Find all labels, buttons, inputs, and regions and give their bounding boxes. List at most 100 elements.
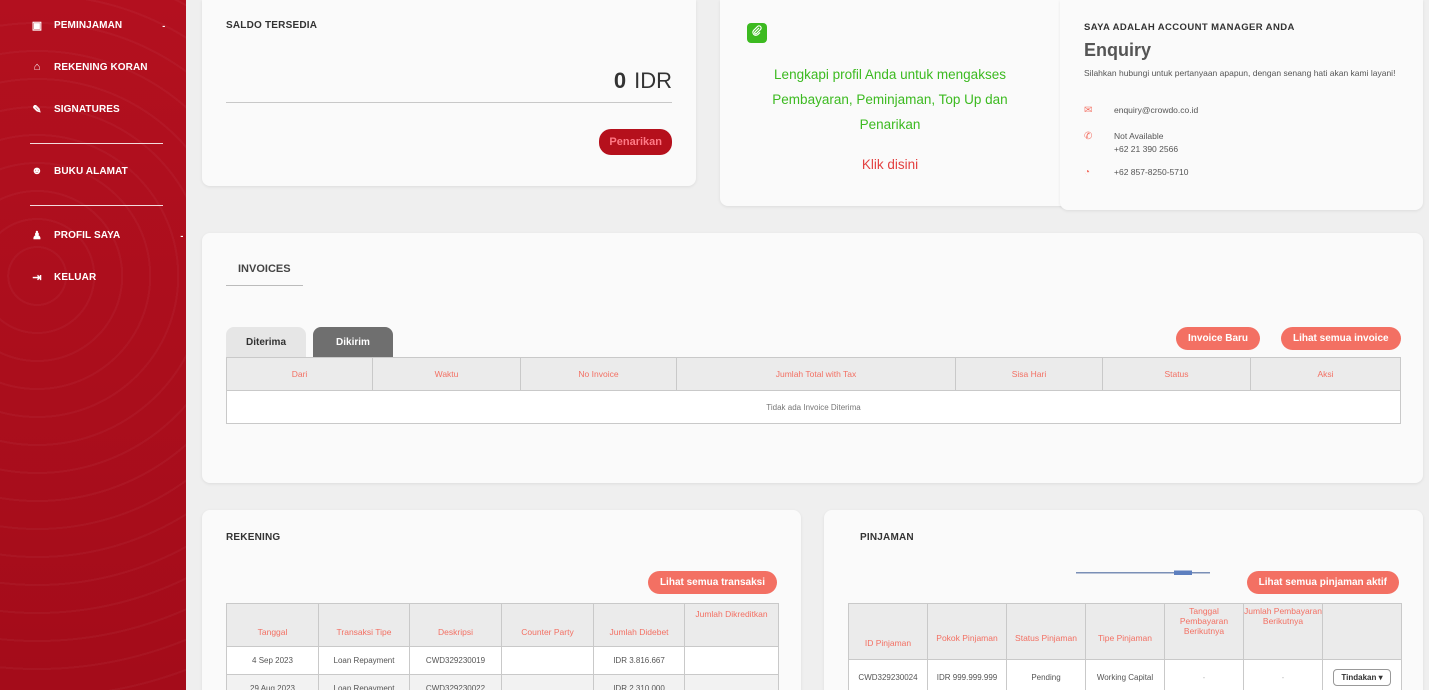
account-manager-title: Enquiry (1084, 40, 1152, 60)
sidebar-item-label: SIGNATURES (54, 104, 120, 115)
column-header[interactable]: Counter Party (501, 603, 594, 647)
new-invoice-button[interactable]: Invoice Baru (1176, 327, 1261, 350)
column-header (1322, 603, 1402, 660)
sidebar-divider (30, 205, 163, 206)
table-cell (501, 646, 594, 675)
column-header[interactable]: ID Pinjaman (848, 603, 928, 660)
table-cell (684, 674, 779, 690)
all-transactions-button[interactable]: Lihat semua transaksi (647, 571, 777, 594)
saldo-currency: IDR (634, 68, 672, 93)
sidebar-item-keluar[interactable]: ⇥ KELUAR (30, 271, 96, 284)
complete-profile-link[interactable]: Klik disini (750, 157, 1030, 172)
collapse-indicator: - (162, 20, 166, 31)
sidebar-item-label: REKENING KORAN (54, 61, 148, 73)
phone-line-1: Not Available (1114, 131, 1164, 141)
tab-diterima[interactable]: Diterima (226, 327, 306, 357)
column-header[interactable]: Deskripsi (409, 603, 502, 647)
table-cell (501, 674, 594, 690)
table-cell: IDR 3.816.667 (593, 646, 685, 675)
all-active-loans-button[interactable]: Lihat semua pinjaman aktif (1246, 571, 1399, 594)
column-header[interactable]: Jumlah Dikreditkan (684, 603, 779, 647)
column-header[interactable]: Tanggal (226, 603, 319, 647)
withdraw-button[interactable]: Penarikan (599, 129, 672, 155)
column-header[interactable]: Jumlah Total with Tax (676, 357, 956, 391)
saldo-amount: 0 IDR (614, 68, 672, 94)
paperclip-icon (747, 23, 767, 43)
pinjaman-card: PINJAMAN Lihat semua pinjaman aktif ID P… (824, 510, 1423, 690)
action-dropdown-label: Tindakan (1341, 673, 1377, 682)
column-header[interactable]: Status (1102, 357, 1251, 391)
contact-phone-text: Not Available +62 21 390 2566 (1114, 130, 1178, 156)
sidebar-item-profil-saya[interactable]: ♟ PROFIL SAYA - (30, 229, 183, 242)
table-cell: Tindakan ▾ (1322, 659, 1402, 690)
table-cell: Loan Repayment (318, 646, 410, 675)
column-header[interactable]: Dari (226, 357, 373, 391)
table-row[interactable]: CWD329230024 IDR 999.999.999 Pending Wor… (848, 659, 1402, 690)
logout-icon: ⇥ (32, 272, 42, 284)
saldo-title: SALDO TERSEDIA (226, 20, 318, 31)
table-cell (684, 646, 779, 675)
table-cell: CWD329230019 (409, 646, 502, 675)
column-header[interactable]: Tipe Pinjaman (1085, 603, 1165, 660)
table-cell: IDR 2.310.000 (593, 674, 685, 690)
pinjaman-title: PINJAMAN (860, 532, 914, 543)
sidebar-item-signatures[interactable]: ✎ SIGNATURES (30, 103, 120, 116)
column-header[interactable]: Transaksi Tipe (318, 603, 410, 647)
all-invoices-button[interactable]: Lihat semua invoice (1281, 327, 1401, 350)
action-dropdown-button[interactable]: Tindakan ▾ (1333, 669, 1391, 686)
contact-whatsapp[interactable]: ◔ +62 857-8250-5710 (1084, 166, 1188, 179)
column-header[interactable]: No Invoice (520, 357, 677, 391)
rekening-title: REKENING (226, 532, 281, 543)
contact-whatsapp-text: +62 857-8250-5710 (1114, 167, 1189, 177)
sidebar-item-rekening-koran[interactable]: ⌂ REKENING KORAN (30, 61, 148, 73)
table-cell: Working Capital (1085, 659, 1165, 690)
column-header[interactable]: Sisa Hari (955, 357, 1103, 391)
sidebar-divider (30, 143, 163, 144)
table-cell: Loan Repayment (318, 674, 410, 690)
table-cell: Pending (1006, 659, 1086, 690)
table-cell: - (1243, 659, 1323, 690)
invoices-table: Dari Waktu No Invoice Jumlah Total with … (226, 357, 1401, 424)
column-header[interactable]: Waktu (372, 357, 521, 391)
tab-dikirim[interactable]: Dikirim (313, 327, 393, 357)
column-header[interactable]: Tanggal Pembayaran Berikutnya (1164, 603, 1244, 660)
sidebar: ▣ PEMINJAMAN - ⌂ REKENING KORAN ✎ SIGNAT… (0, 0, 186, 690)
table-cell: IDR 999.999.999 (927, 659, 1007, 690)
caret-down-icon: ▾ (1378, 673, 1383, 682)
table-cell: 29 Aug 2023 (226, 674, 319, 690)
user-icon: ♟ (32, 230, 42, 242)
money-icon: ▣ (31, 20, 43, 32)
bank-icon: ⌂ (33, 61, 41, 73)
account-manager-card: SAYA ADALAH ACCOUNT MANAGER ANDA Enquiry… (1060, 0, 1423, 210)
contact-phone[interactable]: ✆ Not Available +62 21 390 2566 (1084, 130, 1178, 156)
sidebar-item-peminjaman[interactable]: ▣ PEMINJAMAN - (30, 19, 165, 32)
horizontal-scrollbar[interactable] (1076, 570, 1210, 576)
sidebar-item-label: PEMINJAMAN (54, 20, 123, 31)
column-header[interactable]: Status Pinjaman (1006, 603, 1086, 660)
column-header[interactable]: Jumlah Pembayaran Berikutnya (1243, 603, 1323, 660)
envelope-icon: ✉ (1084, 105, 1093, 116)
saldo-card: SALDO TERSEDIA 0 IDR Penarikan (202, 0, 696, 186)
phone-icon: ✆ (1084, 131, 1093, 142)
column-header[interactable]: Pokok Pinjaman (927, 603, 1007, 660)
saldo-value: 0 (613, 68, 627, 93)
table-cell: - (1164, 659, 1244, 690)
collapse-indicator: - (180, 230, 184, 241)
table-row[interactable]: 29 Aug 2023 Loan Repayment CWD329230022 … (226, 674, 779, 690)
sidebar-item-buku-alamat[interactable]: ☻ BUKU ALAMAT (30, 165, 128, 177)
column-header[interactable]: Aksi (1250, 357, 1401, 391)
contact-email[interactable]: ✉ enquiry@crowdo.co.id (1084, 104, 1198, 117)
profile-notice-message: Lengkapi profil Anda untuk mengakses Pem… (772, 67, 1008, 132)
saldo-divider (226, 102, 672, 103)
table-cell: CWD329230024 (848, 659, 928, 690)
phone-line-2: +62 21 390 2566 (1114, 144, 1179, 154)
profile-notice-card: Lengkapi profil Anda untuk mengakses Pem… (720, 0, 1090, 206)
account-manager-subtitle: SAYA ADALAH ACCOUNT MANAGER ANDA (1084, 22, 1295, 33)
users-icon: ☻ (31, 165, 43, 177)
invoices-card: INVOICES Diterima Dikirim Invoice Baru L… (202, 233, 1423, 483)
column-header[interactable]: Jumlah Didebet (593, 603, 685, 647)
sidebar-item-label: PROFIL SAYA (54, 230, 121, 241)
sidebar-item-label: BUKU ALAMAT (54, 165, 128, 177)
table-row[interactable]: 4 Sep 2023 Loan Repayment CWD329230019 I… (226, 646, 779, 675)
whatsapp-icon: ◔ (1084, 167, 1091, 178)
